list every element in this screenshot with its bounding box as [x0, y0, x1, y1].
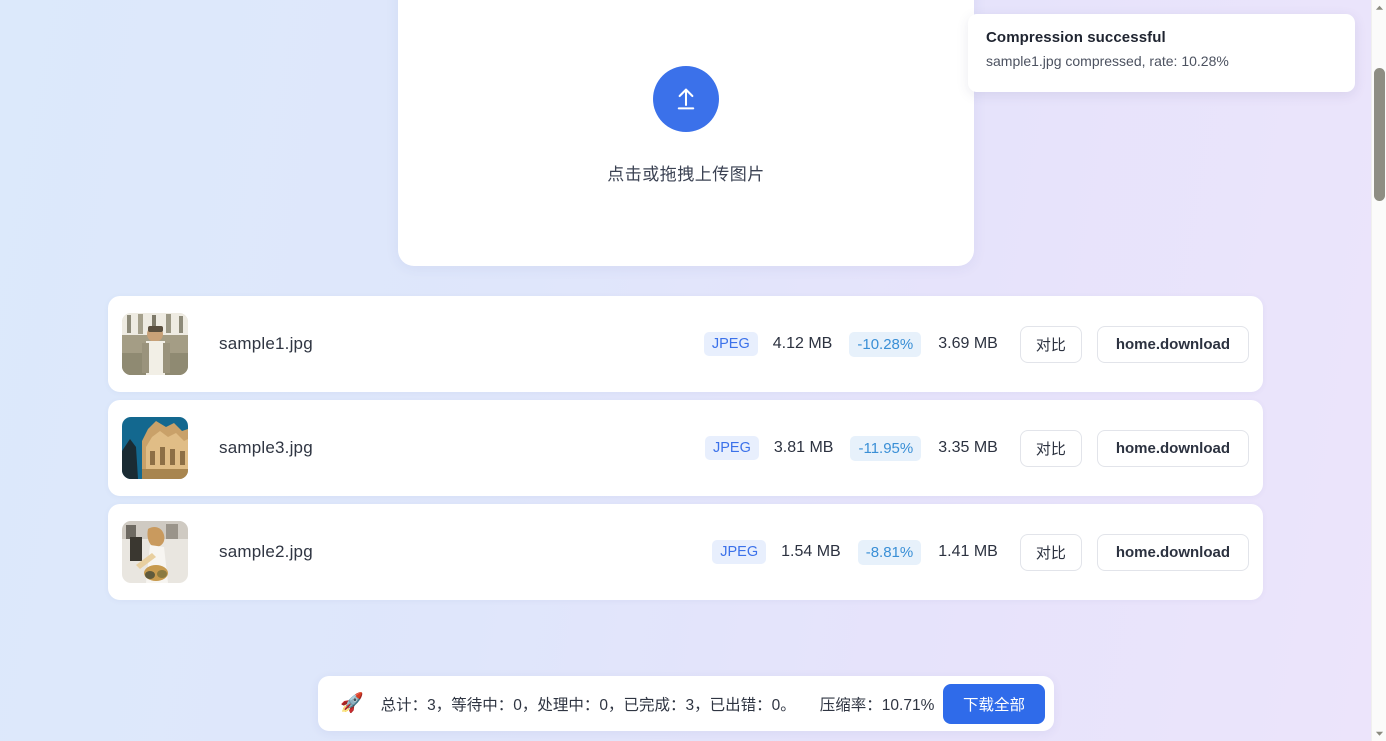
- page-viewport: 点击或拖拽上传图片 Compression successful sample1…: [0, 0, 1371, 741]
- compare-button[interactable]: 对比: [1019, 533, 1082, 571]
- status-bar: 🚀 总计：3，等待中：0，处理中：0，已完成：3，已出错：0。 压缩率：10.7…: [318, 676, 1054, 731]
- file-thumbnail: [122, 313, 188, 375]
- upload-dropzone[interactable]: 点击或拖拽上传图片: [398, 0, 974, 266]
- scrollbar-thumb[interactable]: [1374, 68, 1385, 201]
- compare-button[interactable]: 对比: [1019, 325, 1082, 363]
- download-all-button[interactable]: 下载全部: [942, 683, 1045, 724]
- file-name: sample3.jpg: [219, 438, 313, 457]
- file-thumbnail: [122, 417, 188, 479]
- file-meta: JPEG 1.54 MB -8.81% 1.41 MB 对比 home.down…: [712, 533, 1249, 571]
- compression-rate-badge: -11.95%: [850, 435, 922, 461]
- file-meta: JPEG 4.12 MB -10.28% 3.69 MB 对比 home.dow…: [703, 325, 1249, 363]
- compressed-size: 1.41 MB: [938, 543, 998, 560]
- download-button[interactable]: home.download: [1096, 325, 1249, 363]
- table-row[interactable]: sample3.jpg JPEG 3.81 MB -11.95% 3.35 MB…: [108, 400, 1263, 496]
- rocket-icon: 🚀: [340, 693, 364, 714]
- scrollbar[interactable]: [1371, 0, 1386, 741]
- file-thumbnail: [122, 521, 188, 583]
- table-row[interactable]: sample2.jpg JPEG 1.54 MB -8.81% 1.41 MB …: [108, 504, 1263, 600]
- compressed-size: 3.69 MB: [938, 335, 998, 352]
- scroll-down-arrow-icon[interactable]: [1372, 726, 1386, 741]
- toast-notification[interactable]: Compression successful sample1.jpg compr…: [968, 14, 1355, 92]
- toast-message: sample1.jpg compressed, rate: 10.28%: [986, 53, 1229, 69]
- download-button[interactable]: home.download: [1096, 429, 1249, 467]
- format-badge: JPEG: [712, 540, 767, 564]
- compare-button[interactable]: 对比: [1019, 429, 1082, 467]
- file-list: sample1.jpg JPEG 4.12 MB -10.28% 3.69 MB…: [108, 296, 1263, 608]
- original-size: 4.12 MB: [772, 335, 833, 352]
- compression-rate-badge: -8.81%: [857, 539, 922, 565]
- file-meta: JPEG 3.81 MB -11.95% 3.35 MB 对比 home.dow…: [705, 429, 1249, 467]
- format-badge: JPEG: [703, 332, 758, 356]
- original-size: 1.54 MB: [781, 543, 841, 560]
- upload-arrow-icon: [653, 65, 719, 132]
- file-name: sample2.jpg: [219, 542, 313, 561]
- download-button[interactable]: home.download: [1096, 533, 1249, 571]
- file-name: sample1.jpg: [219, 334, 313, 353]
- upload-hint-text: 点击或拖拽上传图片: [607, 164, 765, 184]
- original-size: 3.81 MB: [773, 439, 834, 456]
- compressed-size: 3.35 MB: [938, 439, 998, 456]
- toast-title: Compression successful: [986, 29, 1166, 46]
- status-counts-text: 总计：3，等待中：0，处理中：0，已完成：3，已出错：0。: [380, 696, 796, 714]
- compression-rate-badge: -10.28%: [849, 331, 922, 357]
- scroll-up-arrow-icon[interactable]: [1372, 0, 1386, 15]
- table-row[interactable]: sample1.jpg JPEG 4.12 MB -10.28% 3.69 MB…: [108, 296, 1263, 392]
- status-compression-rate: 压缩率：10.71%: [819, 696, 935, 714]
- format-badge: JPEG: [705, 436, 759, 460]
